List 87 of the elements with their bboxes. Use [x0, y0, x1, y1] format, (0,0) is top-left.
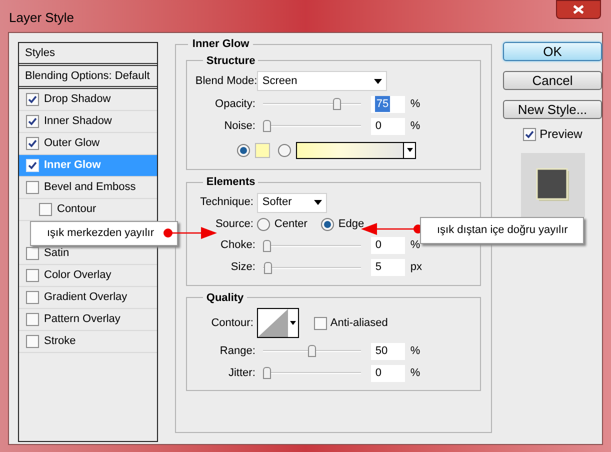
value-field[interactable]: 0 — [371, 118, 406, 134]
radio-button[interactable] — [237, 144, 250, 156]
value-field[interactable]: 0 — [371, 364, 406, 382]
checkbox[interactable] — [26, 137, 39, 150]
dialog-button[interactable]: Cancel — [503, 71, 602, 90]
window-title: Layer Style — [9, 9, 74, 27]
checkbox[interactable] — [26, 247, 39, 260]
field-label: Noise: — [223, 118, 256, 134]
field-label: Size: — [230, 260, 256, 276]
dialog-button[interactable]: OK — [503, 42, 602, 61]
checkbox[interactable] — [26, 291, 39, 304]
caret-icon — [290, 321, 296, 325]
list-item[interactable]: Bevel and Emboss — [19, 177, 158, 199]
dropdown[interactable]: Screen — [257, 71, 388, 91]
checkbox[interactable] — [26, 115, 39, 128]
unit-label: px — [410, 260, 422, 276]
slider-track[interactable] — [263, 262, 362, 274]
field-label: Jitter: — [227, 366, 256, 381]
caret-icon — [374, 78, 382, 84]
contour-curve-icon — [258, 309, 288, 337]
anti-aliased-checkbox[interactable]: Anti-aliased — [314, 314, 388, 332]
slider-thumb[interactable] — [263, 240, 272, 252]
field-label: Technique: — [199, 195, 254, 210]
slider-track[interactable] — [263, 98, 362, 110]
contour-picker[interactable] — [257, 308, 300, 338]
field-label: Opacity: — [214, 96, 256, 112]
radio-button[interactable] — [321, 218, 334, 231]
arrow — [163, 227, 217, 239]
unit-label: % — [410, 96, 420, 112]
list-item[interactable]: Styles — [19, 43, 158, 66]
list-item[interactable]: Drop Shadow — [19, 89, 158, 111]
list-item[interactable]: Blending Options: Default — [19, 66, 158, 89]
list-item[interactable]: Color Overlay — [19, 265, 158, 287]
checkbox[interactable] — [26, 313, 39, 326]
value-field[interactable]: 75 — [371, 96, 406, 112]
square-icon — [536, 168, 570, 202]
value-field[interactable]: 50 — [371, 342, 406, 360]
preview-checkbox[interactable]: Preview — [522, 125, 582, 143]
dialog-button[interactable]: New Style... — [503, 100, 602, 119]
list-item[interactable]: Gradient Overlay — [19, 287, 158, 309]
slider-thumb[interactable] — [263, 120, 272, 132]
field-label: Contour: — [210, 316, 254, 331]
group-title: Quality — [205, 290, 245, 306]
field-label: Range: — [218, 344, 256, 359]
list-item[interactable]: Pattern Overlay — [19, 309, 158, 331]
radio-option[interactable]: Edge — [321, 216, 364, 233]
unit-label: % — [410, 238, 420, 254]
list-item[interactable]: Inner Shadow — [19, 111, 158, 133]
color-swatch[interactable] — [255, 142, 270, 158]
slider-track[interactable] — [263, 240, 362, 252]
slider-thumb[interactable] — [332, 98, 341, 110]
caret-icon — [406, 148, 413, 152]
slider-track[interactable] — [263, 120, 362, 132]
close-icon — [573, 5, 584, 14]
value-field[interactable]: 0 — [371, 237, 406, 254]
slider-thumb[interactable] — [264, 262, 272, 274]
annotation-tooltip: ışık dıştan içe doğru yayılır — [420, 217, 584, 244]
checkbox[interactable] — [26, 269, 39, 282]
checkbox[interactable] — [522, 128, 536, 140]
checkbox[interactable] — [39, 203, 52, 216]
checkbox[interactable] — [26, 335, 39, 348]
group-title: Elements — [205, 175, 256, 190]
group-title: Structure — [205, 54, 256, 68]
radio-option[interactable]: Center — [257, 216, 308, 233]
field-label: Blend Mode: — [195, 74, 258, 89]
dropdown[interactable]: Softer — [257, 192, 328, 212]
unit-label: % — [410, 344, 420, 359]
checkbox[interactable] — [26, 181, 39, 194]
gradient-picker[interactable] — [296, 142, 416, 158]
field-label: Source: — [214, 217, 254, 232]
slider-thumb[interactable] — [308, 345, 316, 357]
slider-thumb[interactable] — [263, 367, 272, 379]
checkbox[interactable] — [26, 93, 39, 106]
close-button[interactable] — [556, 0, 601, 19]
caret-icon — [314, 200, 322, 205]
radio-button[interactable] — [257, 218, 270, 231]
radio-button[interactable] — [278, 144, 292, 156]
annotation-tooltip: ışık merkezden yayılır — [30, 221, 178, 246]
value-field[interactable]: 5 — [371, 259, 406, 276]
unit-label: % — [410, 366, 420, 381]
checkbox[interactable] — [314, 316, 328, 330]
slider-track[interactable] — [263, 345, 362, 357]
panel-title: Inner Glow — [191, 37, 250, 52]
field-label: Choke: — [220, 238, 256, 254]
slider-track[interactable] — [263, 367, 362, 379]
list-item[interactable]: Stroke — [19, 331, 158, 353]
unit-label: % — [410, 118, 420, 134]
